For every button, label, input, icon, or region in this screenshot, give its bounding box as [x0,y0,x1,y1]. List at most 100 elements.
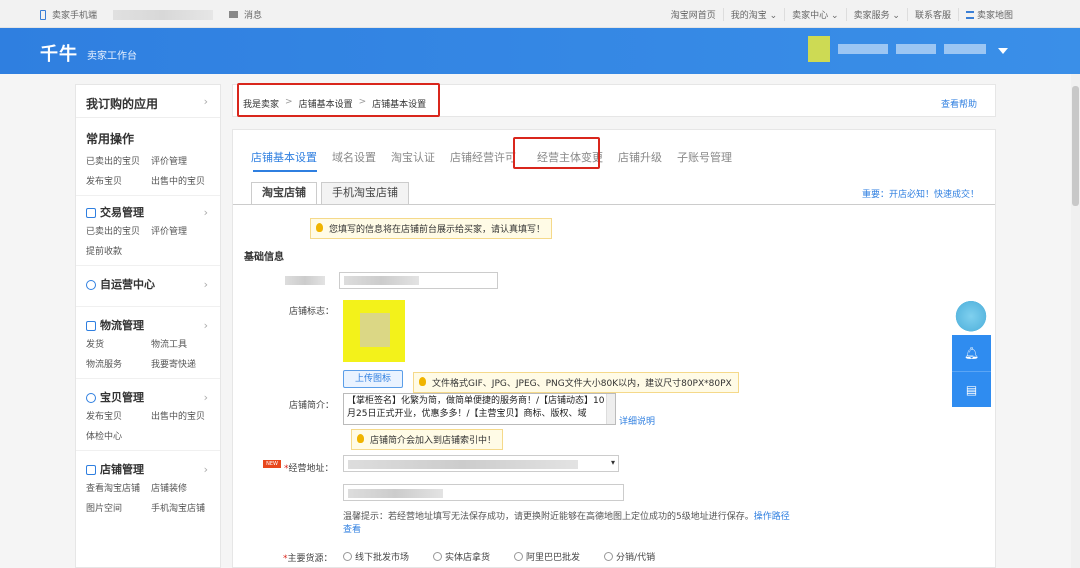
blurred-value [344,276,419,285]
sidebar-item-send-express[interactable]: 我要寄快递 [151,357,216,370]
new-badge: NEW [263,460,281,468]
chevron-right-icon: › [203,391,208,404]
seller-center-menu[interactable]: 卖家中心 ⌄ [785,8,847,21]
subtab-taobao-shop[interactable]: 淘宝店铺 [251,182,317,204]
sidebar-item-reviews[interactable]: 评价管理 [151,224,216,237]
source-radio-group: 线下批发市场 实体店拿货 阿里巴巴批发 分销/代销 [343,550,679,563]
settings-tabs: 店铺基本设置 域名设置 淘宝认证 店铺经营许可 经营主体变更 店铺升级 子账号管… [251,149,732,165]
sidebar-item-sold[interactable]: 已卖出的宝贝 [86,224,151,237]
seller-service-menu[interactable]: 卖家服务 ⌄ [847,8,908,21]
qianniu-logo[interactable]: 千牛 [40,40,78,66]
chevron-right-icon: › [203,319,208,332]
header: 千牛 卖家工作台 [0,28,1080,74]
taobao-home-link[interactable]: 淘宝网首页 [664,8,724,21]
radio-alibaba[interactable]: 阿里巴巴批发 [514,550,580,563]
tab-domain[interactable]: 域名设置 [332,149,376,165]
chevron-right-icon: › [203,278,208,291]
chat-icon[interactable]: ▤ [952,371,991,407]
blurred-value [348,489,443,498]
tab-sub-accounts[interactable]: 子账号管理 [677,149,732,165]
sidebar-item-publish[interactable]: 发布宝贝 [86,409,151,422]
address-label: *经营地址： [284,464,334,474]
header-subtitle: 卖家工作台 [87,51,137,62]
sidebar-item-mobile-shop[interactable]: 手机淘宝店铺 [151,501,216,514]
sidebar-item-logistics-service[interactable]: 物流服务 [86,357,151,370]
chevron-right-icon: › [203,463,208,476]
page-scrollbar[interactable] [1071,74,1080,568]
sidebar-item-sold[interactable]: 已卖出的宝贝 [86,154,151,167]
sidebar-section-logistics[interactable]: 物流管理 › [86,315,220,337]
sidebar-title[interactable]: 我订购的应用 › [76,85,220,118]
top-bar: 卖家手机端 消息 淘宝网首页 我的淘宝 ⌄ 卖家中心 ⌄ 卖家服务 ⌄ 联系客服… [0,0,1080,28]
sidebar-item-health-check[interactable]: 体检中心 [86,429,151,442]
avatar[interactable] [808,36,830,62]
menu-icon [965,11,974,19]
sidebar-section-trade[interactable]: 交易管理 › [86,202,220,224]
help-link[interactable]: 查看帮助 [941,97,977,110]
scrollbar[interactable] [606,394,615,424]
blurred-account [896,44,936,54]
details-link[interactable]: 详细说明 [619,414,655,427]
chat-icon [86,280,96,290]
my-taobao-menu[interactable]: 我的淘宝 ⌄ [724,8,786,21]
sidebar-item-on-sale[interactable]: 出售中的宝贝 [151,409,216,422]
radio-retail-store[interactable]: 实体店拿货 [433,550,490,563]
upload-logo-button[interactable]: 上传图标 [343,370,403,388]
shop-intro-textarea[interactable]: 【掌柜签名】化繁为简，做简单便捷的服务商！/【店铺动态】10月25日正式开业，优… [343,393,616,425]
trade-icon [86,208,96,218]
address-select[interactable]: ▾ [343,455,619,472]
seller-map-link[interactable]: 卖家地图 [959,8,1020,21]
active-tab-indicator [253,170,317,172]
blurred-username [113,9,214,20]
warm-tip: 温馨提示：若经营地址填写无法保存成功，请更换附近能够在高德地图上定位成功的5级地… [343,512,790,535]
blurred-account [838,44,888,54]
sidebar-item-decorate[interactable]: 店铺装修 [151,481,216,494]
seller-phone-link[interactable]: 卖家手机端 [52,8,97,21]
tab-basic-settings[interactable]: 店铺基本设置 [251,149,317,165]
account-dropdown-icon[interactable] [998,48,1008,54]
sidebar-item-reviews[interactable]: 评价管理 [151,154,216,167]
sidebar-section-shop[interactable]: 店铺管理 › [86,459,220,481]
blurred-label [285,276,325,285]
source-label: *主要货源： [283,554,333,564]
dropdown-icon: ▾ [610,458,615,467]
sidebar-item-ship[interactable]: 发货 [86,337,151,350]
important-notice-link[interactable]: 重要：开店必知！快速成交！ [862,187,979,200]
address-detail-input[interactable] [343,484,624,501]
main-panel: 店铺基本设置 域名设置 淘宝认证 店铺经营许可 经营主体变更 店铺升级 子账号管… [232,129,996,568]
tab-certification[interactable]: 淘宝认证 [391,149,435,165]
messages-link[interactable]: 消息 [244,8,262,21]
sidebar: 我订购的应用 › 常用操作 已卖出的宝贝 评价管理 发布宝贝 出售中的宝贝 交易管… [75,84,221,568]
sidebar-item-image-space[interactable]: 图片空间 [86,501,151,514]
subtab-mobile-shop[interactable]: 手机淘宝店铺 [321,182,409,204]
logo-format-tip: 文件格式GIF、JPG、JPEG、PNG文件大小80K以内，建议尺寸80PX*8… [413,372,739,393]
truck-icon [86,321,96,331]
sidebar-item-early-payment[interactable]: 提前收款 [86,244,151,257]
tab-license[interactable]: 店铺经营许可 [450,149,516,165]
sidebar-item-logistics-tools[interactable]: 物流工具 [151,337,216,350]
sidebar-section-self-ops[interactable]: 自运营中心 › [86,274,220,296]
radio-offline-market[interactable]: 线下批发市场 [343,550,409,563]
sidebar-item-on-sale[interactable]: 出售中的宝贝 [151,174,216,187]
sidebar-item-publish[interactable]: 发布宝贝 [86,174,151,187]
intro-label: 店铺简介： [289,401,335,411]
radio-distribution[interactable]: 分销/代销 [604,550,655,563]
highlight-box-entity-change [513,137,600,169]
sidebar-section-items[interactable]: 宝贝管理 › [86,387,220,409]
section-title-basic: 基础信息 [244,252,284,263]
bell-icon[interactable]: 🔔︎ [952,335,991,371]
shop-type-tabs: 淘宝店铺 手机淘宝店铺 [251,182,409,204]
sidebar-item-view-shop[interactable]: 查看淘宝店铺 [86,481,151,494]
shop-icon [86,465,96,475]
shop-name-input[interactable] [339,272,498,289]
chevron-right-icon: › [203,206,208,219]
item-icon [86,393,96,403]
chevron-right-icon: › [203,95,208,108]
contact-service-link[interactable]: 联系客服 [908,8,959,21]
highlight-box-breadcrumb [237,83,440,117]
info-tip: 您填写的信息将在店铺前台展示给买家，请认真填写！ [310,218,553,239]
mascot-icon[interactable] [952,300,990,336]
tab-upgrade[interactable]: 店铺升级 [618,149,662,165]
logo-label: 店铺标志： [289,307,335,317]
common-ops-title: 常用操作 [86,132,135,146]
